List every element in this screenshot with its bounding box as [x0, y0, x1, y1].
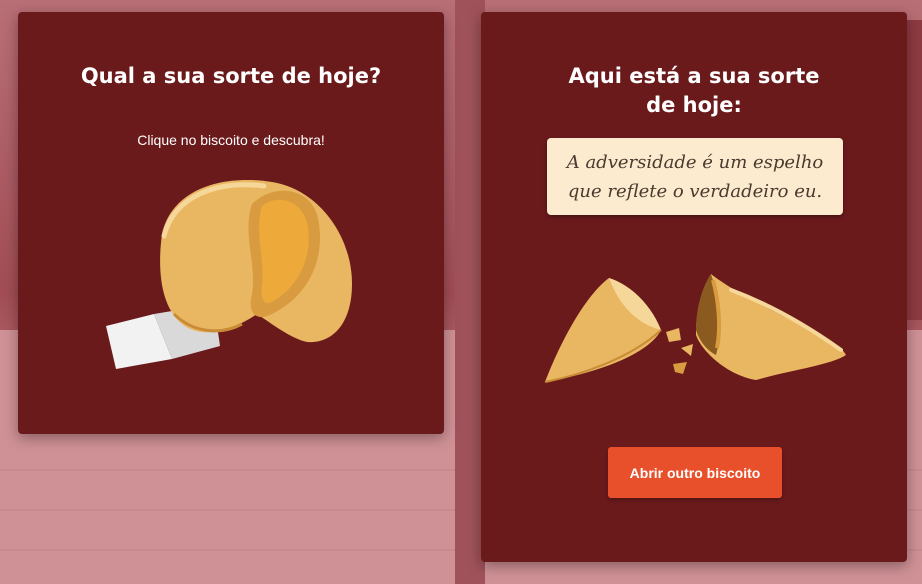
prompt-title: Qual a sua sorte de hoje? — [80, 64, 382, 88]
fortune-cookie-button[interactable] — [102, 174, 362, 374]
prompt-subtitle: Clique no biscoito e descubra! — [137, 132, 325, 148]
fortune-message: A adversidade é um espelho que reflete o… — [547, 138, 843, 215]
fortune-prompt-card: Qual a sua sorte de hoje? Clique no bisc… — [18, 12, 444, 434]
broken-cookie-icon — [544, 274, 846, 383]
fortune-result-card: Aqui está a sua sorte de hoje: A adversi… — [481, 12, 907, 562]
open-another-cookie-button[interactable]: Abrir outro biscoito — [608, 447, 782, 498]
fortune-text: A adversidade é um espelho que reflete o… — [566, 151, 824, 202]
result-title: Aqui está a sua sorte de hoje: — [568, 64, 820, 117]
